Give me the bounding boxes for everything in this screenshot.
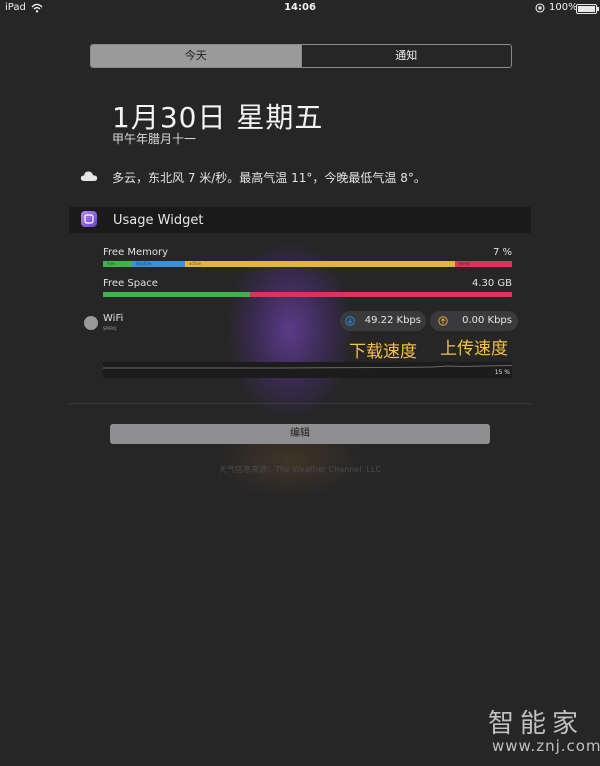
free-space-value: 4.30 GB [471, 278, 512, 289]
download-speed-annotation: 下载速度 [349, 342, 417, 362]
weather-summary: 多云，东北风 7 米/秒。最高气温 11°，今晚最低气温 8°。 [112, 171, 426, 185]
status-time: 14:06 [284, 2, 316, 13]
memory-segment: wired [454, 261, 512, 267]
storage-usage-bar [103, 292, 512, 297]
tab-notifications[interactable]: 通知 [300, 45, 512, 67]
watermark-logo: 智能家 [488, 709, 585, 739]
upload-speed-annotation: 上传速度 [440, 339, 508, 359]
section-divider [69, 403, 531, 404]
wifi-toggle[interactable] [84, 316, 98, 330]
battery-percentage: 100% [549, 2, 578, 13]
wifi-network-name: SPARQ [103, 326, 117, 331]
edit-button[interactable]: 编辑 [110, 424, 490, 444]
weather-source-credit: 天气信息来源：The Weather Channel, LLC [218, 465, 382, 474]
wifi-label: WiFi [103, 313, 124, 324]
orientation-lock-icon [535, 3, 545, 13]
free-memory-label: Free Memory [103, 247, 169, 258]
memory-segment: inactive [131, 261, 185, 267]
network-usage-percent: 15 % [494, 369, 510, 376]
storage-segment [250, 292, 512, 297]
status-bar: iPad 14:06 100% [0, 0, 600, 16]
lunar-date: 甲午年腊月十一 [112, 132, 197, 146]
storage-segment [103, 292, 251, 297]
download-arrow-icon [345, 316, 355, 326]
tab-today[interactable]: 今天 [91, 45, 301, 67]
network-usage-graph [103, 362, 512, 378]
upload-speed-value: 0.00 Kbps [462, 315, 512, 326]
memory-segment: active [184, 261, 455, 267]
memory-segment: free [103, 261, 132, 267]
notification-center-tabs: 今天 通知 [90, 44, 512, 68]
battery-icon [576, 4, 599, 14]
free-memory-value: 7 % [492, 247, 512, 258]
background-glow [230, 245, 350, 415]
usage-widget-app-icon [81, 211, 97, 227]
cloud-icon [80, 171, 98, 181]
watermark-url: www.znj.com [492, 737, 600, 755]
download-speed-value: 49.22 Kbps [364, 315, 421, 326]
free-space-label: Free Space [103, 278, 158, 289]
memory-usage-bar: free inactive active wired [103, 261, 512, 267]
widget-title: Usage Widget [113, 213, 204, 228]
